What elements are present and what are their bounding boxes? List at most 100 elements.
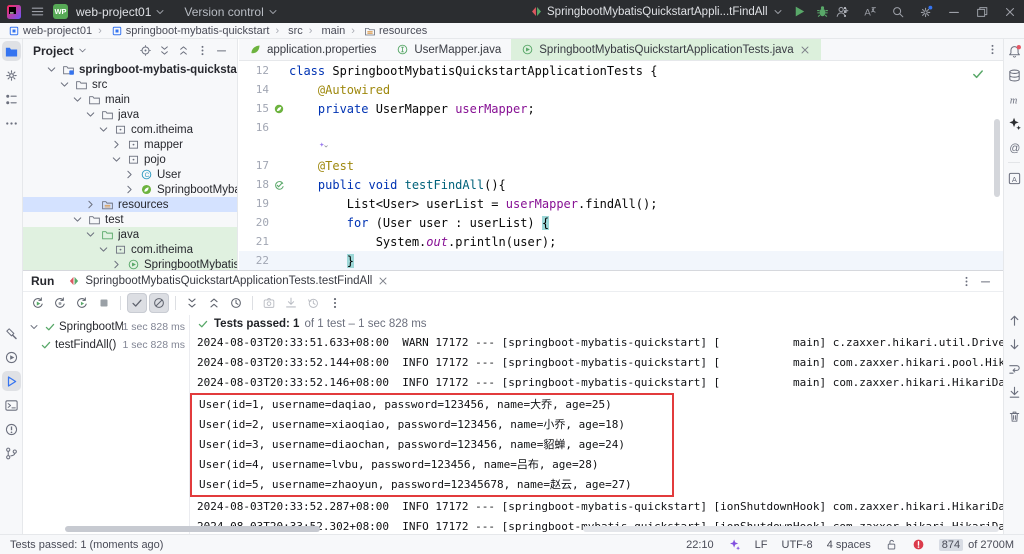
test-history-button[interactable]: [303, 293, 323, 313]
chevron-right-icon[interactable]: [84, 198, 97, 211]
error-indicator[interactable]: [912, 538, 925, 551]
run-panel-title[interactable]: Run: [31, 274, 54, 288]
project-panel-title[interactable]: Project: [33, 44, 88, 58]
tree-item[interactable]: main: [23, 92, 237, 107]
collapse-all-button[interactable]: [204, 293, 224, 313]
tool-window-button-ai-assistant[interactable]: [1004, 111, 1024, 135]
scrollbar-track[interactable]: [583, 526, 999, 532]
tree-item[interactable]: springboot-mybatis-quickstart: [23, 62, 237, 77]
expand-all-button[interactable]: [182, 293, 202, 313]
tool-window-button-database[interactable]: [1004, 63, 1024, 87]
more-options-button[interactable]: [325, 293, 345, 313]
tab-options-icon[interactable]: [981, 39, 1003, 60]
breadcrumb-item[interactable]: main: [303, 25, 346, 37]
breadcrumb-item[interactable]: src: [269, 25, 302, 37]
file-encoding[interactable]: UTF-8: [782, 539, 813, 551]
expand-all-icon-button[interactable]: [155, 41, 174, 60]
tool-window-button-ai-chat[interactable]: @: [1004, 135, 1024, 159]
horizontal-scrollbar-thumb[interactable]: [65, 526, 320, 532]
sort-by-duration-button[interactable]: [226, 293, 246, 313]
collapse-all-icon-button[interactable]: [174, 41, 193, 60]
tool-window-button-structure[interactable]: [0, 87, 23, 111]
tool-window-button-problems[interactable]: [0, 417, 23, 441]
tree-item[interactable]: src: [23, 77, 237, 92]
search-icon-button[interactable]: [884, 0, 912, 23]
spring-bean-gutter-icon[interactable]: [273, 103, 285, 115]
line-separator[interactable]: LF: [755, 539, 768, 551]
tree-item[interactable]: com.itheima: [23, 242, 237, 257]
run-panel-options-icon[interactable]: [957, 272, 976, 291]
show-passed-button[interactable]: [127, 293, 147, 313]
chevron-right-icon[interactable]: [123, 183, 136, 196]
inspections-ok-icon[interactable]: [971, 67, 985, 81]
hide-panel-icon[interactable]: [976, 272, 995, 291]
tool-window-button-build[interactable]: [0, 321, 23, 345]
tool-window-button-settings[interactable]: [0, 63, 23, 87]
run-console[interactable]: Tests passed: 1 of 1 test – 1 sec 828 ms…: [189, 315, 1003, 534]
console-control-soft-wrap[interactable]: [1004, 356, 1024, 380]
run-tab[interactable]: SpringbootMybatisQuickstartApplicationTe…: [68, 271, 389, 291]
tool-window-button-translation[interactable]: A: [1004, 166, 1024, 190]
status-message[interactable]: Tests passed: 1 (moments ago): [10, 539, 163, 551]
chevron-down-icon[interactable]: [97, 243, 110, 256]
chevron-down-icon[interactable]: [84, 108, 97, 121]
memory-indicator[interactable]: 874 of 2700M: [939, 539, 1014, 551]
tool-window-button-maven[interactable]: m: [1004, 87, 1024, 111]
minimize-icon-button[interactable]: [940, 0, 968, 23]
tool-window-button-more-tool-windows[interactable]: [0, 111, 23, 135]
ai-assistant-status[interactable]: [728, 538, 741, 551]
project-switcher[interactable]: web-project01: [76, 5, 166, 19]
chevron-right-icon[interactable]: [110, 258, 123, 270]
breadcrumb-item[interactable]: resources: [345, 25, 427, 37]
rerun-failed-tests-button[interactable]: [50, 293, 70, 313]
toggle-auto-test-button[interactable]: [72, 293, 92, 313]
test-tree-row[interactable]: SpringbootMybatis1 sec 828 ms: [23, 318, 189, 336]
code-editor[interactable]: 12class SpringbootMybatisQuickstartAppli…: [239, 61, 1003, 270]
close-icon[interactable]: [799, 44, 811, 56]
screenshot-button[interactable]: [259, 293, 279, 313]
close-icon[interactable]: [377, 275, 389, 287]
user-plus-icon-button[interactable]: [828, 0, 856, 23]
minimize-icon-button[interactable]: [212, 41, 231, 60]
breadcrumb-item[interactable]: web-project01: [8, 25, 92, 37]
stop-button[interactable]: [94, 293, 114, 313]
tree-item[interactable]: com.itheima: [23, 122, 237, 137]
vcs-widget[interactable]: Version control: [184, 5, 278, 19]
indent-style[interactable]: 4 spaces: [827, 539, 871, 551]
chevron-down-icon[interactable]: [84, 228, 97, 241]
export-test-results-button[interactable]: [281, 293, 301, 313]
rerun-button[interactable]: [28, 293, 48, 313]
tree-item[interactable]: SpringbootMybatisQuickst: [23, 257, 237, 270]
tool-window-button-services[interactable]: [0, 345, 23, 369]
chevron-down-icon[interactable]: [45, 63, 58, 76]
tree-item[interactable]: pojo: [23, 152, 237, 167]
tree-item[interactable]: java: [23, 107, 237, 122]
chevron-down-icon[interactable]: [71, 93, 84, 106]
readonly-toggle[interactable]: [885, 538, 898, 551]
chevron-down-icon[interactable]: [58, 78, 71, 91]
ai-inlay-hint[interactable]: [318, 141, 329, 152]
tool-window-button-run[interactable]: [0, 369, 23, 393]
tool-window-button-terminal[interactable]: [0, 393, 23, 417]
chevron-down-icon[interactable]: [28, 321, 40, 333]
locate-icon-button[interactable]: [136, 41, 155, 60]
show-ignored-button[interactable]: [149, 293, 169, 313]
translate-icon-button[interactable]: A: [856, 0, 884, 23]
console-control-next-occurrence[interactable]: [1004, 332, 1024, 356]
editor-tab[interactable]: application.properties: [239, 39, 386, 60]
console-control-clear-console[interactable]: [1004, 404, 1024, 428]
run-configuration-widget[interactable]: SpringbootMybatisQuickstartAppli...tFind…: [530, 5, 784, 18]
clock[interactable]: 22:10: [686, 539, 714, 551]
test-tree-row[interactable]: testFindAll()1 sec 828 ms: [23, 336, 189, 354]
tree-item[interactable]: test: [23, 212, 237, 227]
console-control-prev-occurrence[interactable]: [1004, 308, 1024, 332]
chevron-down-icon[interactable]: [97, 123, 110, 136]
tree-item[interactable]: resources: [23, 197, 237, 212]
editor-scrollbar[interactable]: [994, 119, 1000, 197]
run-test-gutter-icon[interactable]: [273, 179, 285, 191]
chevron-down-icon[interactable]: [110, 153, 123, 166]
tree-item[interactable]: mapper: [23, 137, 237, 152]
breadcrumb-item[interactable]: springboot-mybatis-quickstart: [92, 25, 269, 37]
chevron-right-icon[interactable]: [123, 168, 136, 181]
chevron-right-icon[interactable]: [110, 138, 123, 151]
